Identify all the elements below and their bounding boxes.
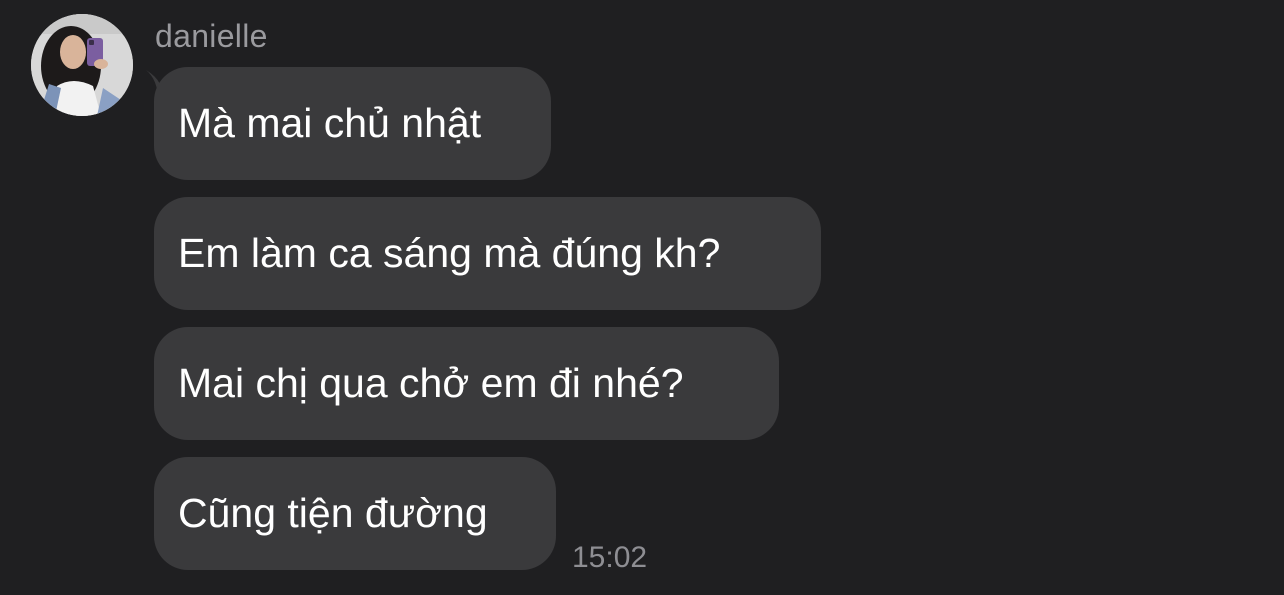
message-text: Cũng tiện đường [178, 490, 488, 536]
message-text: Em làm ca sáng mà đúng kh? [178, 230, 721, 276]
sender-name: danielle [155, 18, 268, 54]
message-bubble[interactable]: Cũng tiện đường [154, 457, 556, 570]
message-timestamp: 15:02 [572, 541, 648, 574]
profile-photo-icon [31, 14, 133, 116]
sender-avatar[interactable] [31, 14, 133, 116]
message-text: Mà mai chủ nhật [178, 100, 482, 146]
chat-thread: danielle Mà mai chủ nhật Em làm ca sáng … [0, 0, 1284, 595]
message-bubble[interactable]: Mai chị qua chở em đi nhé? [154, 327, 779, 440]
message-bubble[interactable]: Mà mai chủ nhật [154, 67, 551, 180]
message-text: Mai chị qua chở em đi nhé? [178, 360, 684, 406]
message-bubble[interactable]: Em làm ca sáng mà đúng kh? [154, 197, 821, 310]
